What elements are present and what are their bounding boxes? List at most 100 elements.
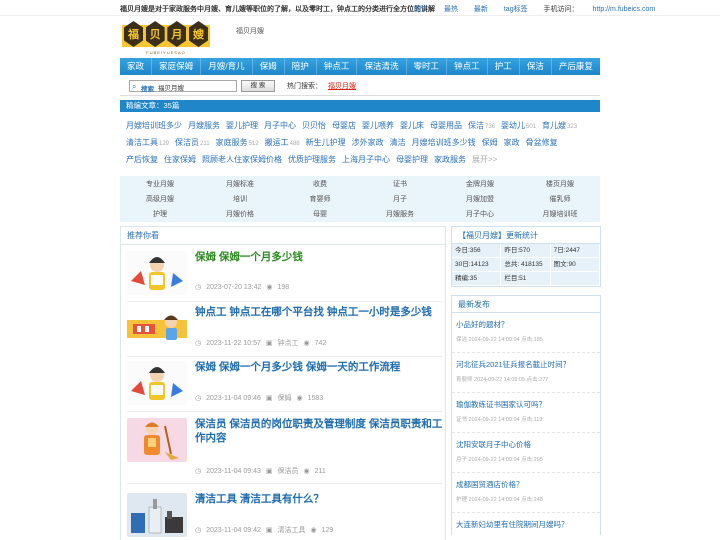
search-input[interactable] (158, 82, 234, 91)
article-thumbnail[interactable] (127, 418, 187, 462)
breadcrumb[interactable]: 福贝月嫂 (236, 26, 264, 36)
category-link[interactable]: 证书 (360, 177, 440, 192)
tag-link[interactable]: 月嫂服务 (188, 121, 220, 130)
article-thumbnail[interactable] (127, 251, 187, 295)
article-category[interactable]: 钟点工 (277, 340, 298, 347)
latest-item-title[interactable]: 沈阳安联月子中心价格 (456, 439, 596, 450)
category-link[interactable]: 月嫂服务 (360, 207, 440, 222)
category-link[interactable]: 催乳师 (520, 192, 600, 207)
latest-item-title[interactable]: 成都国贸酒店价格？ (456, 479, 596, 490)
nav-item[interactable]: 保洁清洗 (357, 58, 407, 75)
tag-link[interactable]: 月嫂培训班多少钱 (412, 138, 476, 147)
latest-item[interactable]: 瑜伽教练证书国家认可吗？ 证书 2024-09-22 14:09:04 点击:11… (452, 393, 600, 433)
nav-item[interactable]: 护工 (488, 58, 520, 75)
category-link[interactable]: 楼页月嫂 (520, 177, 600, 192)
nav-item[interactable]: 保洁 (520, 58, 552, 75)
tags-expand-link[interactable]: 展开>> (472, 155, 497, 164)
category-link[interactable]: 月嫂标准 (200, 177, 280, 192)
category-link[interactable]: 母婴 (280, 207, 360, 222)
tag-link[interactable]: 婴儿护理 (226, 121, 258, 130)
latest-item[interactable]: 成都国贸酒店价格？ 护理 2024-09-22 14:09:04 点击:248 (452, 473, 600, 513)
tag-link[interactable]: 清洁 (390, 138, 406, 147)
latest-item[interactable]: 河北征兵2021征兵报名截止时间？ 育婴师 2024-09-22 14:09:05… (452, 353, 600, 393)
article-thumbnail[interactable] (127, 361, 187, 405)
tag-link[interactable]: 新生儿护理 (306, 138, 346, 147)
article-thumbnail[interactable] (127, 306, 187, 350)
article-title[interactable]: 保洁员 保洁员的岗位职责及管理制度 保洁员职责和工作内容 (195, 417, 443, 445)
category-link[interactable]: 月嫂价格 (200, 207, 280, 222)
tag-link[interactable]: 母婴用品 (430, 121, 462, 130)
category-link[interactable]: 月子中心 (440, 207, 520, 222)
article-item[interactable]: 钟点工 钟点工在哪个平台找 钟点工一小时是多少钱 ◷ 2023-11-22 10:5… (127, 302, 443, 357)
article-item[interactable]: 保姆 保姆一个月多少钱 ◷ 2023-07-20 13:42 ◉ 198 (127, 247, 443, 302)
category-link[interactable]: 收费 (280, 177, 360, 192)
article-item[interactable]: 清洁工具 清洁工具有什么？ ◷ 2023-11-04 09:42 ▣ 清洁工具 ◉ 129 (127, 489, 443, 540)
latest-item[interactable]: 大连新妇幼里有住院期间月嫂吗？ (452, 513, 600, 540)
tag-link[interactable]: 育儿嫂323 (542, 121, 577, 130)
tag-link[interactable]: 家政 (504, 138, 520, 147)
tag-link[interactable]: 母婴护理 (396, 155, 428, 164)
tag-link[interactable]: 清洁工具129 (126, 138, 169, 147)
hot-search-keyword[interactable]: 福贝月嫂 (328, 83, 356, 90)
article-title[interactable]: 清洁工具 清洁工具有什么？ (195, 492, 443, 506)
category-link[interactable]: 金牌月嫂 (440, 177, 520, 192)
article-category[interactable]: 保洁员 (277, 468, 298, 475)
article-item[interactable]: 保洁员 保洁员的岗位职责及管理制度 保洁员职责和工作内容 ◷ 2023-11-04 … (127, 414, 443, 484)
category-link[interactable]: 育婴师 (280, 192, 360, 207)
category-link[interactable]: 高级月嫂 (120, 192, 200, 207)
nav-item[interactable]: 钟点工 (447, 58, 488, 75)
nav-item[interactable]: 钟点工 (317, 58, 358, 75)
tag-link[interactable]: 涉外家政 (352, 138, 384, 147)
nav-item[interactable]: 零时工 (407, 58, 448, 75)
latest-item-title[interactable]: 瑜伽教练证书国家认可吗？ (456, 399, 596, 410)
nav-item[interactable]: 家政 (120, 58, 153, 75)
tag-link[interactable]: 家政服务 (434, 155, 466, 164)
article-title[interactable]: 保姆 保姆一个月多少钱 保姆一天的工作流程 (195, 360, 443, 374)
top-link-hottest[interactable]: 最热 (444, 6, 458, 13)
tag-link[interactable]: 贝贝怡 (302, 121, 326, 130)
latest-item[interactable]: 沈阳安联月子中心价格 月子 2024-09-22 14:09:04 点击:295 (452, 433, 600, 473)
nav-item[interactable]: 月嫂/育儿 (201, 58, 253, 75)
tag-link[interactable]: 照顾老人住家保姆价格 (202, 155, 282, 164)
tag-link[interactable]: 骨盆修复 (526, 138, 558, 147)
top-link-pictures[interactable]: 图文 (414, 6, 428, 13)
latest-item-title[interactable]: 河北征兵2021征兵报名截止时间？ (456, 359, 596, 370)
tag-link[interactable]: 上海月子中心 (342, 155, 390, 164)
category-link[interactable]: 月子 (360, 192, 440, 207)
top-link-tags[interactable]: tag标签 (504, 6, 528, 13)
tag-link[interactable]: 婴幼儿501 (501, 121, 536, 130)
article-thumbnail[interactable] (127, 493, 187, 537)
article-title[interactable]: 保姆 保姆一个月多少钱 (195, 250, 443, 264)
category-link[interactable]: 月嫂加盟 (440, 192, 520, 207)
tag-link[interactable]: 住家保姆 (164, 155, 196, 164)
article-category[interactable]: 清洁工具 (277, 527, 305, 534)
tag-link[interactable]: 婴儿床 (400, 121, 424, 130)
tag-link[interactable]: 优质护理服务 (288, 155, 336, 164)
tag-link[interactable]: 搬运工488 (265, 138, 300, 147)
tag-link[interactable]: 保姆 (482, 138, 498, 147)
nav-item[interactable]: 家庭保姆 (152, 58, 202, 75)
tag-link[interactable]: 婴儿喂养 (362, 121, 394, 130)
tag-link[interactable]: 产后恢复 (126, 155, 158, 164)
category-link[interactable]: 培训 (200, 192, 280, 207)
article-category[interactable]: 保姆 (277, 395, 291, 402)
search-button[interactable]: 搜 索 (241, 80, 275, 92)
latest-item-title[interactable]: 大连新妇幼里有住院期间月嫂吗？ (456, 519, 596, 530)
site-logo[interactable]: 福 贝 月 嫂 FUBEIYUESAO (122, 19, 210, 55)
nav-item[interactable]: 陪护 (285, 58, 317, 75)
tag-link[interactable]: 保洁736 (468, 121, 495, 130)
tag-link[interactable]: 月嫂培训班多少 (126, 121, 182, 130)
top-link-newest[interactable]: 最新 (474, 6, 488, 13)
tag-link[interactable]: 家庭服务512 (216, 138, 259, 147)
tag-link[interactable]: 保洁员211 (175, 138, 210, 147)
category-link[interactable]: 月嫂培训班 (520, 207, 600, 222)
mobile-url-link[interactable]: http://m.fubeics.com (593, 6, 656, 13)
category-link[interactable]: 护理 (120, 207, 200, 222)
article-item[interactable]: 保姆 保姆一个月多少钱 保姆一天的工作流程 ◷ 2023-11-04 09:46 ▣ 保… (127, 357, 443, 412)
nav-item[interactable]: 产后康复 (552, 58, 600, 75)
latest-item-title[interactable]: 小品好的题材？ (456, 319, 596, 330)
article-title[interactable]: 钟点工 钟点工在哪个平台找 钟点工一小时是多少钱 (195, 305, 443, 319)
tag-link[interactable]: 母婴店 (332, 121, 356, 130)
latest-item[interactable]: 小品好的题材？ 保洁 2024-09-22 14:09:04 点击:185 (452, 313, 600, 353)
tag-link[interactable]: 月子中心 (264, 121, 296, 130)
